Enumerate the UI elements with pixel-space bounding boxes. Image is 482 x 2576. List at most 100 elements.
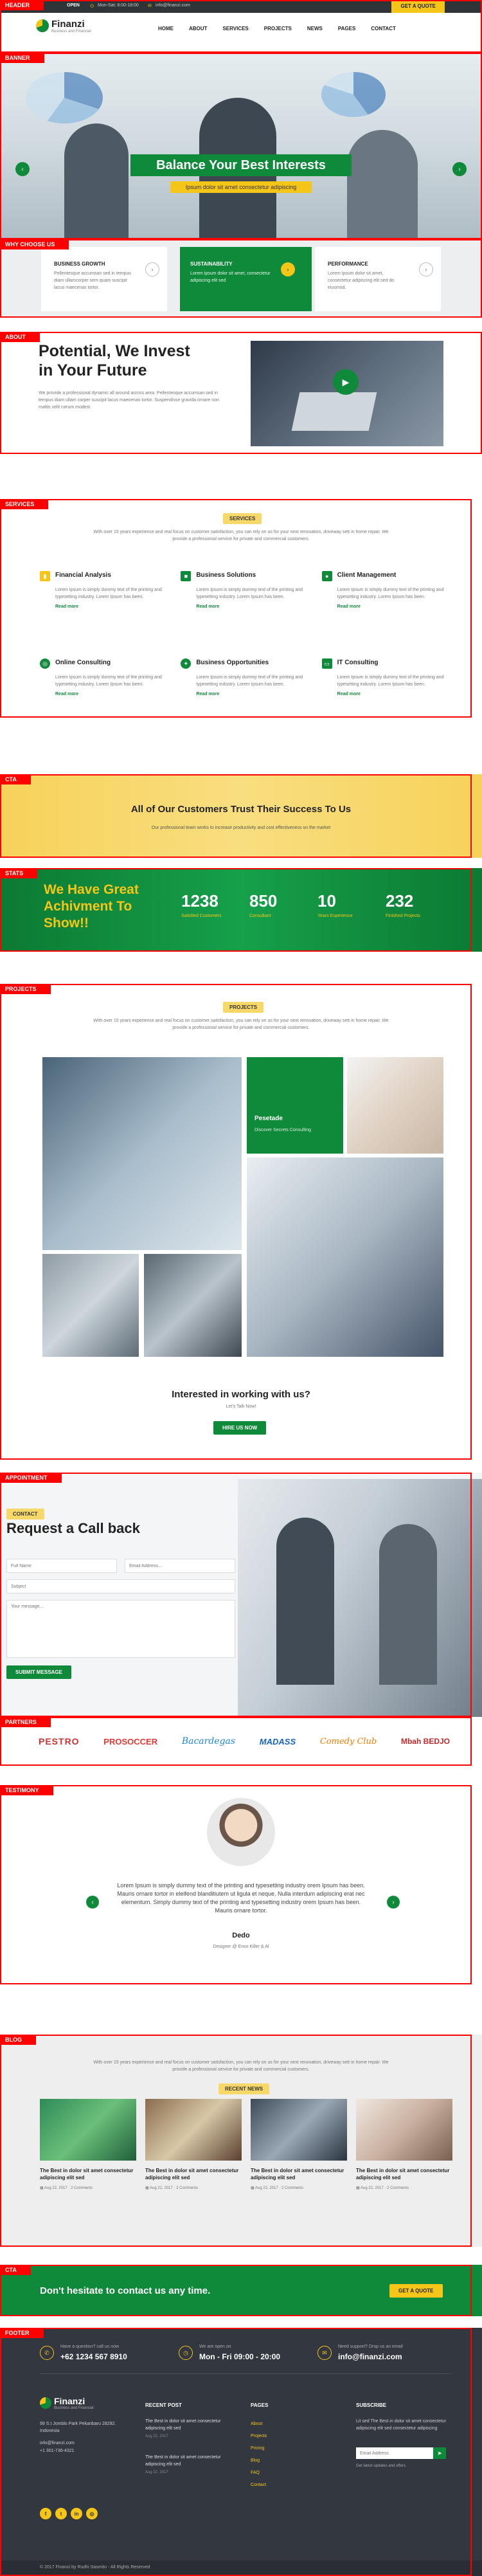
service-read-more[interactable]: Read more [55,692,163,696]
blog-post[interactable]: The Best in dolor sit amet consectetur a… [251,2099,347,2192]
play-button[interactable]: ▶ [333,369,359,395]
testimony-role: Designer @ Envo Killer & Al [213,1945,269,1949]
service-read-more[interactable]: Read more [196,604,303,609]
footer-recent-post[interactable]: The Best in dolor sit amet consectetur a… [145,2454,229,2474]
service-read-more[interactable]: Read more [196,692,303,696]
about-video-thumbnail[interactable]: ▶ [251,341,443,446]
person-left [64,123,129,239]
project-image-team[interactable] [247,1157,443,1357]
footer-page-link[interactable]: Projects [251,2430,267,2442]
brand-name[interactable]: Finanzi [51,19,85,30]
why-card-arrow-button[interactable]: › [145,262,159,277]
blog-post-image [40,2099,136,2161]
footer-recent-post-title[interactable]: The Best in dolor sit amet consectetur a… [145,2454,229,2468]
hire-us-button[interactable]: HIRE US NOW [213,1421,267,1435]
mail-icon: ✉ [317,2346,332,2360]
footer-contact-label: Have a question? call us now [60,2345,120,2349]
service-item: ■ Business Solutions Lorem Ipsum is simp… [181,571,303,635]
nav-news[interactable]: NEWS [307,26,323,32]
message-field[interactable] [6,1600,235,1658]
blog-post-title[interactable]: The Best in dolor sit amet consectetur a… [251,2167,347,2181]
submit-message-button[interactable]: SUBMIT MESSAGE [6,1665,71,1679]
instagram-icon[interactable]: ◎ [86,2508,98,2519]
footer-contact-label: Need support? Drop us an email [338,2345,403,2349]
footer-page-link[interactable]: FAQ [251,2467,267,2479]
nav-contact[interactable]: CONTACT [371,26,396,32]
nav-projects[interactable]: PROJECTS [264,26,292,32]
project-feature-card[interactable]: Pesetade Discover Secrets Consulting [247,1057,343,1154]
contact-cta: CTA Don't hesitate to contact us any tim… [0,2265,482,2316]
nav-home[interactable]: HOME [158,26,174,32]
email-field[interactable] [125,1559,235,1573]
subscribe-email-input[interactable] [356,2447,433,2459]
testimony-prev-button[interactable]: ‹ [86,1896,99,1909]
nav-pages[interactable]: PAGES [338,26,355,32]
why-card-arrow-button[interactable]: › [419,262,433,277]
service-title[interactable]: Online Consulting [55,658,163,667]
footer-subscribe-text: Lit sed The Best in dolor sit amet conse… [356,2419,446,2431]
project-image-meeting[interactable] [144,1254,242,1357]
service-read-more[interactable]: Read more [337,604,445,609]
topbar-quote-button[interactable]: GET A QUOTE [391,0,445,13]
nav-about[interactable]: ABOUT [189,26,207,32]
twitter-icon[interactable]: t [55,2508,67,2519]
partner-logo-mbah-bedjo[interactable]: Mbah BEDJO [401,1737,450,1746]
banner: BANNER Balance Your Best Interests Ipsum… [0,53,482,239]
footer-email[interactable]: info@finanzi.com [40,2441,75,2445]
blog-post-title[interactable]: The Best in dolor sit amet consectetur a… [40,2167,136,2181]
blog-post-date: Aug 22, 2017 [255,2186,278,2190]
subject-field[interactable] [6,1579,235,1593]
service-title[interactable]: Business Solutions [196,571,303,580]
project-feature-sub: Discover Secrets Consulting [254,1128,311,1132]
partner-logo-comedy-club[interactable]: Comedy Club [320,1737,377,1746]
blog-post-date: Aug 22, 2017 [44,2186,67,2190]
appointment-pill: CONTACT [6,1509,44,1519]
service-title[interactable]: Business Opportunities [196,658,303,667]
slider-prev-button[interactable]: ‹ [15,162,30,176]
facebook-icon[interactable]: f [40,2508,51,2519]
why-card-arrow-button[interactable]: › [281,262,295,277]
footer-brand[interactable]: Finanzi [54,2396,85,2406]
stats: STATS We Have Great Achivment To Show!! … [0,868,482,952]
service-read-more[interactable]: Read more [337,692,445,696]
footer-page-link[interactable]: Contact [251,2479,267,2491]
services: SERVICES SERVICES With over 15 years exp… [0,499,482,718]
footer-recent-post-date: Aug 22, 2017 [145,2471,168,2474]
footer-recent-post-title[interactable]: The Best in dolor sit amet consectetur a… [145,2418,229,2432]
footer-contact-value[interactable]: +62 1234 567 8910 [60,2352,127,2361]
slider-next-button[interactable]: › [452,162,467,176]
service-title[interactable]: IT Consulting [337,658,445,667]
footer-recent-post[interactable]: The Best in dolor sit amet consectetur a… [145,2418,229,2438]
blog-post-title[interactable]: The Best in dolor sit amet consectetur a… [145,2167,242,2181]
section-label-cta: CTA [0,774,31,785]
name-field[interactable] [6,1559,117,1573]
nav-services[interactable]: SERVICES [222,26,248,32]
footer-page-link[interactable]: Blog [251,2454,267,2467]
footer-contact-value[interactable]: info@finanzi.com [338,2352,402,2361]
footer-page-link[interactable]: About [251,2418,267,2430]
project-image-silhouettes[interactable] [42,1057,242,1250]
why-card-text: Lorem ipsum dolor sit amet, consectetur … [190,271,271,283]
service-read-more[interactable]: Read more [55,604,163,609]
blog-post[interactable]: The Best in dolor sit amet consectetur a… [356,2099,452,2192]
contact-cta-button[interactable]: GET A QUOTE [389,2284,443,2298]
section-label-projects: PROJECTS [0,984,51,994]
topbar-email[interactable]: info@finanzi.com [156,3,190,8]
blog-post[interactable]: The Best in dolor sit amet consectetur a… [145,2099,242,2192]
service-title[interactable]: Financial Analysis [55,571,163,580]
linkedin-icon[interactable]: in [71,2508,82,2519]
blog-post-comments: 2 Comments [71,2186,93,2190]
subscribe-button[interactable]: ➤ [433,2447,446,2459]
project-image-office[interactable] [42,1254,139,1357]
service-title[interactable]: Client Management [337,571,445,580]
partner-logo-bacardegas[interactable]: Bacardegas [182,1736,235,1746]
partner-logo-prosoccer[interactable]: PROSOCCER [103,1737,157,1746]
partner-logo-pestro[interactable]: PESTRO [39,1736,80,1746]
why-card-text: Lorem ipsum dolor sit amet, consectetur … [328,271,395,290]
partner-logo-madass[interactable]: MADASS [260,1737,296,1746]
blog-post[interactable]: The Best in dolor sit amet consectetur a… [40,2099,136,2192]
blog-post-title[interactable]: The Best in dolor sit amet consectetur a… [356,2167,452,2181]
project-image-handshake[interactable] [347,1057,443,1154]
testimony-next-button[interactable]: › [387,1896,400,1909]
footer-page-link[interactable]: Pricing [251,2442,267,2454]
